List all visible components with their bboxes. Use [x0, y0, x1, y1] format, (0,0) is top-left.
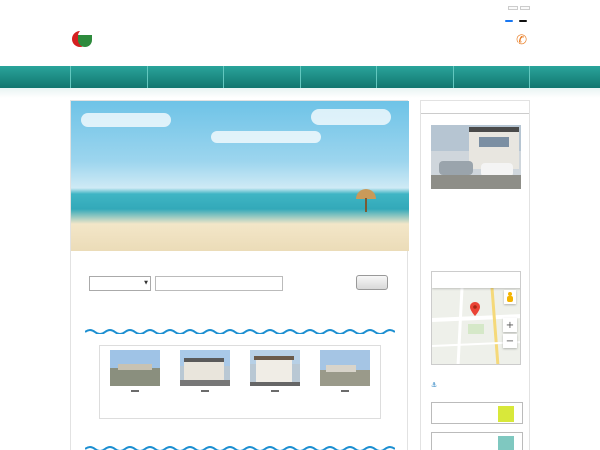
property-type-badge: [271, 390, 279, 392]
sale-category-heading: ⚓: [431, 381, 443, 389]
sidebar: + − ⚓: [420, 100, 530, 450]
search-button[interactable]: [356, 275, 388, 290]
property-type-badge: [201, 390, 209, 392]
map-type-tabs: [432, 272, 520, 288]
zoom-out-button[interactable]: −: [503, 334, 517, 348]
keyword-input[interactable]: [155, 276, 283, 291]
property-photo: [110, 350, 160, 386]
office-photo: [431, 125, 521, 189]
pegman-icon[interactable]: [504, 290, 516, 304]
map-tab-map[interactable]: [432, 272, 477, 288]
x-post-button[interactable]: [519, 20, 527, 22]
land-icon: [498, 406, 514, 422]
category-select[interactable]: ▼: [89, 276, 151, 291]
property-photo: [250, 350, 300, 386]
map-tab-satellite[interactable]: [477, 272, 520, 288]
google-map[interactable]: + −: [431, 271, 521, 365]
property-card[interactable]: [174, 350, 236, 418]
top-links: [508, 6, 530, 10]
phone-icon: ✆: [516, 33, 527, 48]
nav-privacy[interactable]: [376, 66, 453, 88]
global-nav: [0, 66, 600, 88]
nav-company[interactable]: [146, 66, 224, 88]
category-house-button[interactable]: [431, 432, 523, 450]
sitemap-link[interactable]: [508, 6, 518, 10]
property-card[interactable]: [244, 350, 306, 418]
search-row: ▼: [89, 275, 391, 291]
new-properties-list: [99, 345, 381, 419]
contact-link[interactable]: [520, 6, 530, 10]
wave-divider: [85, 329, 395, 334]
property-photo: [180, 350, 230, 386]
main-column: ▼: [70, 100, 409, 450]
anchor-icon: ⚓: [431, 381, 438, 389]
site-logo[interactable]: [72, 29, 99, 51]
nav-top[interactable]: [70, 66, 147, 88]
chevron-down-icon: ▼: [144, 280, 148, 286]
property-card[interactable]: [104, 350, 166, 418]
nav-contact[interactable]: [452, 66, 530, 88]
category-land-button[interactable]: [431, 402, 523, 424]
logo-mark-icon: [72, 29, 94, 51]
phone-block: ✆: [516, 33, 530, 48]
zoom-in-button[interactable]: +: [503, 318, 517, 332]
sidebar-title: [421, 101, 529, 114]
nav-sale-search[interactable]: [223, 66, 300, 88]
house-icon: [498, 436, 514, 450]
facebook-like-button[interactable]: [505, 20, 513, 22]
property-type-badge: [131, 390, 139, 392]
property-card[interactable]: [314, 350, 376, 418]
sns-buttons: [505, 20, 527, 22]
property-type-badge: [341, 390, 349, 392]
property-photo: [320, 350, 370, 386]
wave-divider: [85, 446, 395, 450]
nav-rent-search[interactable]: [299, 66, 377, 88]
hero-banner: [71, 101, 409, 251]
location-pin-icon[interactable]: [470, 302, 480, 316]
